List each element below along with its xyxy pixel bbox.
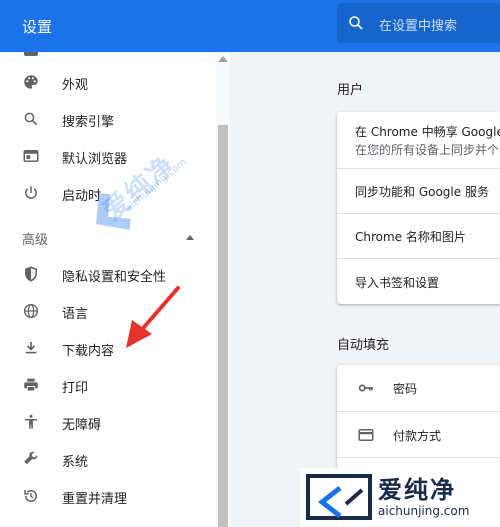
sidebar-item-label: 语言 [62,307,89,322]
globe-icon [23,303,39,319]
sync-promo-title: 在 Chrome 中畅享 Google 的 [355,125,500,139]
autofill-section-title: 自动填充 [337,338,390,353]
scroll-up-arrow-icon[interactable] [218,56,228,62]
page-title: 设置 [22,18,53,36]
browser-window-icon [23,150,39,162]
people-card: 在 Chrome 中畅享 Google 的 在您的所有设备上同步并个 同步功能和… [337,112,500,304]
people-section-title: 用户 [337,83,364,98]
passwords-row[interactable]: 密码 [337,365,500,411]
sync-promo-subtitle: 在您的所有设备上同步并个 [355,143,500,157]
accessibility-icon [25,414,37,429]
palette-icon [24,75,38,89]
payment-methods-label: 付款方式 [393,429,442,443]
sidebar-item-reset[interactable]: 重置并清理 [0,480,214,512]
printer-icon [24,378,38,392]
sidebar-item-label: 重置并清理 [62,492,128,507]
wrench-icon [24,451,38,465]
credit-card-icon [358,429,374,441]
sidebar-scrollbar-thumb[interactable] [218,125,228,527]
search-icon [24,112,38,126]
power-icon [25,186,37,199]
sidebar-item-accessibility[interactable]: 无障碍 [0,406,214,438]
search-input[interactable]: 在设置中搜索 [379,15,457,34]
passwords-label: 密码 [393,382,418,396]
red-annotation-arrow-icon [126,286,180,348]
sidebar-item-label: 下载内容 [62,344,115,359]
watermark-url: aichunjing.com [378,504,470,518]
sidebar-item-system[interactable]: 系统 [0,443,214,475]
sidebar-item-label: 系统 [62,455,89,470]
sync-promo-row[interactable]: 在 Chrome 中畅享 Google 的 在您的所有设备上同步并个 [337,112,500,168]
sidebar-item-appearance[interactable]: 外观 [0,66,214,98]
search-icon [349,16,363,30]
sidebar-item-label: 无障碍 [62,418,102,433]
chrome-name-row[interactable]: Chrome 名称和图片 [337,213,500,258]
download-icon [25,342,37,354]
clipped-icon [24,52,38,56]
settings-header: 设置 在设置中搜索 [0,0,500,52]
sidebar-item-label: 打印 [62,381,89,396]
advanced-section-toggle[interactable]: 高级 [22,229,48,248]
payment-methods-row[interactable]: 付款方式 [337,411,500,457]
shield-icon [25,266,37,282]
settings-search-box[interactable]: 在设置中搜索 [337,3,500,43]
key-icon [358,384,373,392]
sync-services-row[interactable]: 同步功能和 Google 服务 [337,168,500,213]
chrome-name-label: Chrome 名称和图片 [355,230,466,244]
sidebar-item-printing[interactable]: 打印 [0,369,214,401]
restore-icon [24,490,37,502]
watermark-brand: 爱纯净 [378,476,456,504]
import-bookmarks-row[interactable]: 导入书签和设置 [337,258,500,304]
sidebar-item-label: 外观 [62,78,89,93]
sync-services-label: 同步功能和 Google 服务 [355,185,489,199]
import-bookmarks-label: 导入书签和设置 [355,276,440,290]
